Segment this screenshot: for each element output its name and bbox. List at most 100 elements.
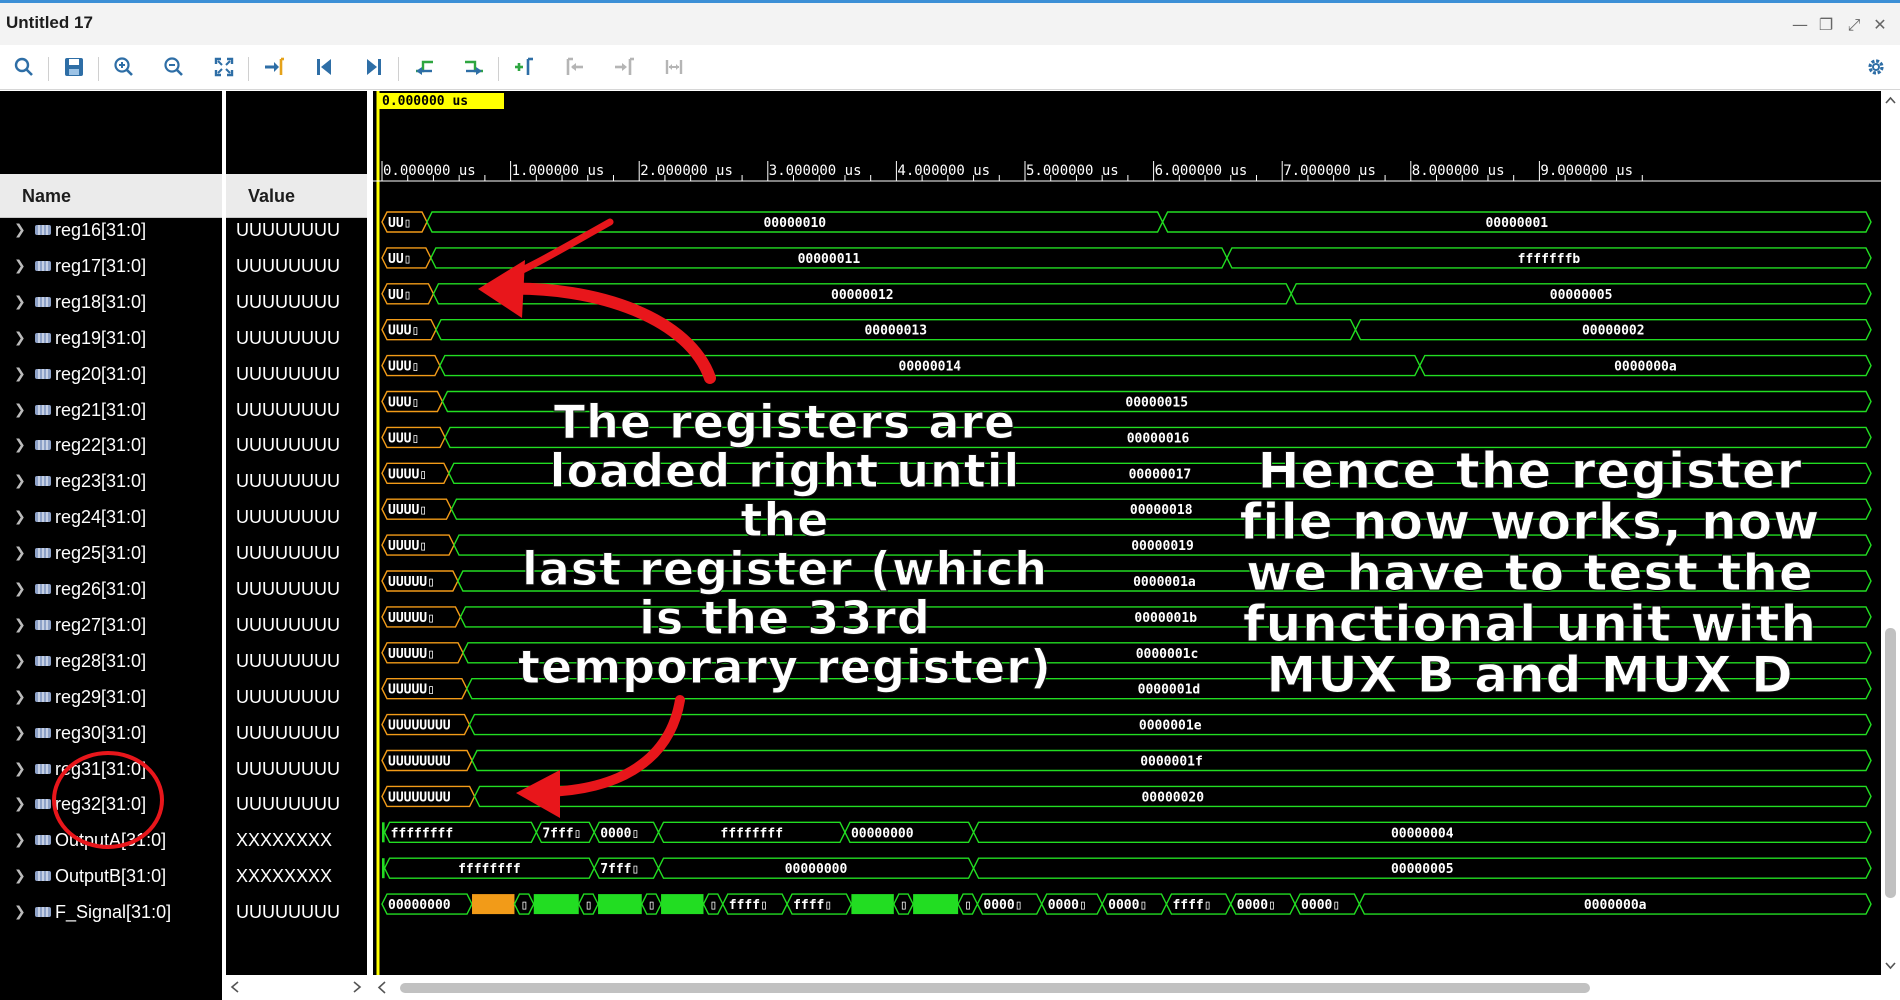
chevron-right-icon[interactable]: ❯ (14, 212, 26, 248)
chevron-right-icon[interactable]: ❯ (14, 284, 26, 320)
zoom-fit-button[interactable] (208, 51, 240, 83)
waveform-value-label: UUUUUUUU (388, 719, 451, 734)
signal-value: UUUUUUUU (236, 435, 340, 456)
signal-row[interactable]: ❯ reg29[31:0] (0, 679, 222, 715)
signal-row[interactable]: ❯ reg21[31:0] (0, 392, 222, 428)
go-to-last-time-button[interactable] (358, 51, 390, 83)
signal-row[interactable]: ❯ reg30[31:0] (0, 715, 222, 751)
go-to-time-0-button[interactable] (308, 51, 340, 83)
go-to-cursor-button[interactable] (258, 51, 290, 83)
signal-name: reg24[31:0] (55, 507, 147, 528)
zoom-out-button[interactable] (158, 51, 190, 83)
signal-row[interactable]: ❯ reg28[31:0] (0, 643, 222, 679)
waveform-value-label: UU▯ (388, 216, 411, 231)
signal-row[interactable]: ❯ reg32[31:0] (0, 786, 222, 822)
next-transition-button[interactable] (458, 51, 490, 83)
vertical-scroll-thumb[interactable] (1885, 628, 1896, 898)
chevron-right-icon[interactable]: ❯ (14, 499, 26, 535)
waveform-value-label: ▯ (585, 898, 593, 913)
zoom-out-icon (164, 57, 183, 76)
waveform-value-label: 00000017 (1129, 467, 1192, 482)
signal-value: UUUUUUUU (236, 579, 340, 599)
chevron-right-icon[interactable]: ❯ (14, 463, 26, 499)
signal-row[interactable]: ❯ reg26[31:0] (0, 571, 222, 607)
waveform-value-label: 00000005 (1550, 288, 1613, 303)
signal-row[interactable]: ❯ reg20[31:0] (0, 356, 222, 392)
chevron-right-icon[interactable]: ❯ (14, 715, 26, 751)
save-button[interactable] (58, 51, 90, 83)
signal-name: reg32[31:0] (55, 794, 147, 815)
signal-name: reg18[31:0] (55, 291, 147, 312)
float-button[interactable]: ⤢ (1842, 13, 1866, 37)
zoom-in-icon (114, 57, 133, 76)
cursor-time-label: 0.000000 us (382, 94, 468, 109)
waveform-value-label: 0000001e (1139, 719, 1202, 734)
signal-row[interactable]: ❯ reg19[31:0] (0, 320, 222, 356)
next-marker-icon (615, 57, 634, 75)
chevron-right-icon[interactable]: ❯ (14, 535, 26, 571)
swap-cursors-icon (665, 60, 683, 74)
signal-value: UUUUUUUU (236, 255, 340, 276)
search-button[interactable] (8, 51, 40, 83)
waveform-value-label: 00000011 (798, 252, 861, 267)
add-marker-button[interactable] (508, 51, 540, 83)
chevron-right-icon[interactable]: ❯ (14, 894, 26, 930)
chevron-right-icon[interactable]: ❯ (14, 320, 26, 356)
signal-row[interactable]: ❯ reg31[31:0] (0, 751, 222, 787)
axis-tick-label: 0.000000 us (383, 163, 476, 179)
signal-row[interactable]: ❯ F_Signal[31:0] (0, 894, 222, 930)
chevron-right-icon[interactable]: ❯ (14, 392, 26, 428)
previous-marker-button[interactable] (558, 51, 590, 83)
signal-row[interactable]: ❯ reg16[31:0] (0, 212, 222, 248)
chevron-right-icon[interactable]: ❯ (14, 858, 26, 894)
add-marker-icon (515, 57, 533, 75)
waveform-value-label: 00000004 (1391, 826, 1454, 841)
signal-value: UUUUUUUU (236, 758, 340, 779)
axis-tick-label: 5.000000 us (1026, 163, 1119, 179)
chevron-right-icon[interactable]: ❯ (14, 822, 26, 858)
annotation-line: Hence the register (1257, 442, 1803, 500)
signal-row[interactable]: ❯ reg18[31:0] (0, 284, 222, 320)
restore-button[interactable]: ❐ (1814, 13, 1838, 37)
waveform-value-label: 00000001 (1485, 216, 1548, 231)
chevron-right-icon[interactable]: ❯ (14, 571, 26, 607)
waveform-value-label: UUU▯ (388, 324, 419, 339)
previous-transition-button[interactable] (408, 51, 440, 83)
signal-row[interactable]: ❯ OutputB[31:0] (0, 858, 222, 894)
waveform-value-label: 00000002 (1582, 324, 1645, 339)
zoom-in-button[interactable] (108, 51, 140, 83)
signal-value: UUUUUUUU (236, 650, 340, 671)
minimize-button[interactable]: — (1788, 13, 1812, 37)
signal-row[interactable]: ❯ reg27[31:0] (0, 607, 222, 643)
signal-row[interactable]: ❯ reg25[31:0] (0, 535, 222, 571)
chevron-right-icon[interactable]: ❯ (14, 786, 26, 822)
axis-tick-label: 8.000000 us (1412, 163, 1505, 179)
annotation-right: Hence the register file now works, now w… (1230, 442, 1830, 704)
waveform-value-label: ffff▯ (729, 898, 768, 913)
chevron-right-icon[interactable]: ❯ (14, 248, 26, 284)
signal-row[interactable]: ❯ reg24[31:0] (0, 499, 222, 535)
signal-row[interactable]: ❯ reg22[31:0] (0, 427, 222, 463)
annotation-line: MUX B and MUX D (1266, 646, 1794, 704)
chevron-right-icon[interactable]: ❯ (14, 679, 26, 715)
signal-row[interactable]: ❯ reg23[31:0] (0, 463, 222, 499)
chevron-right-icon[interactable]: ❯ (14, 427, 26, 463)
horizontal-scroll-thumb[interactable] (400, 983, 1590, 993)
title-bar: Untitled 17 — ❐ ⤢ ✕ (0, 3, 1900, 45)
signal-row[interactable]: ❯ OutputA[31:0] (0, 822, 222, 858)
axis-tick-label: 1.000000 us (512, 163, 605, 179)
chevron-right-icon[interactable]: ❯ (14, 751, 26, 787)
bus-icon (35, 512, 51, 523)
chevron-right-icon[interactable]: ❯ (14, 643, 26, 679)
waveform-value-label: UUU▯ (388, 431, 419, 446)
waveform-value-label: UUUUU▯ (388, 683, 435, 698)
close-button[interactable]: ✕ (1868, 13, 1892, 37)
chevron-right-icon[interactable]: ❯ (14, 607, 26, 643)
swap-cursors-button[interactable] (658, 51, 690, 83)
signal-row[interactable]: ❯ reg17[31:0] (0, 248, 222, 284)
next-marker-button[interactable] (608, 51, 640, 83)
signal-name: reg16[31:0] (55, 220, 147, 240)
chevron-right-icon[interactable]: ❯ (14, 356, 26, 392)
value-column-scrollbar[interactable] (226, 975, 367, 1000)
settings-button[interactable] (1860, 51, 1892, 83)
